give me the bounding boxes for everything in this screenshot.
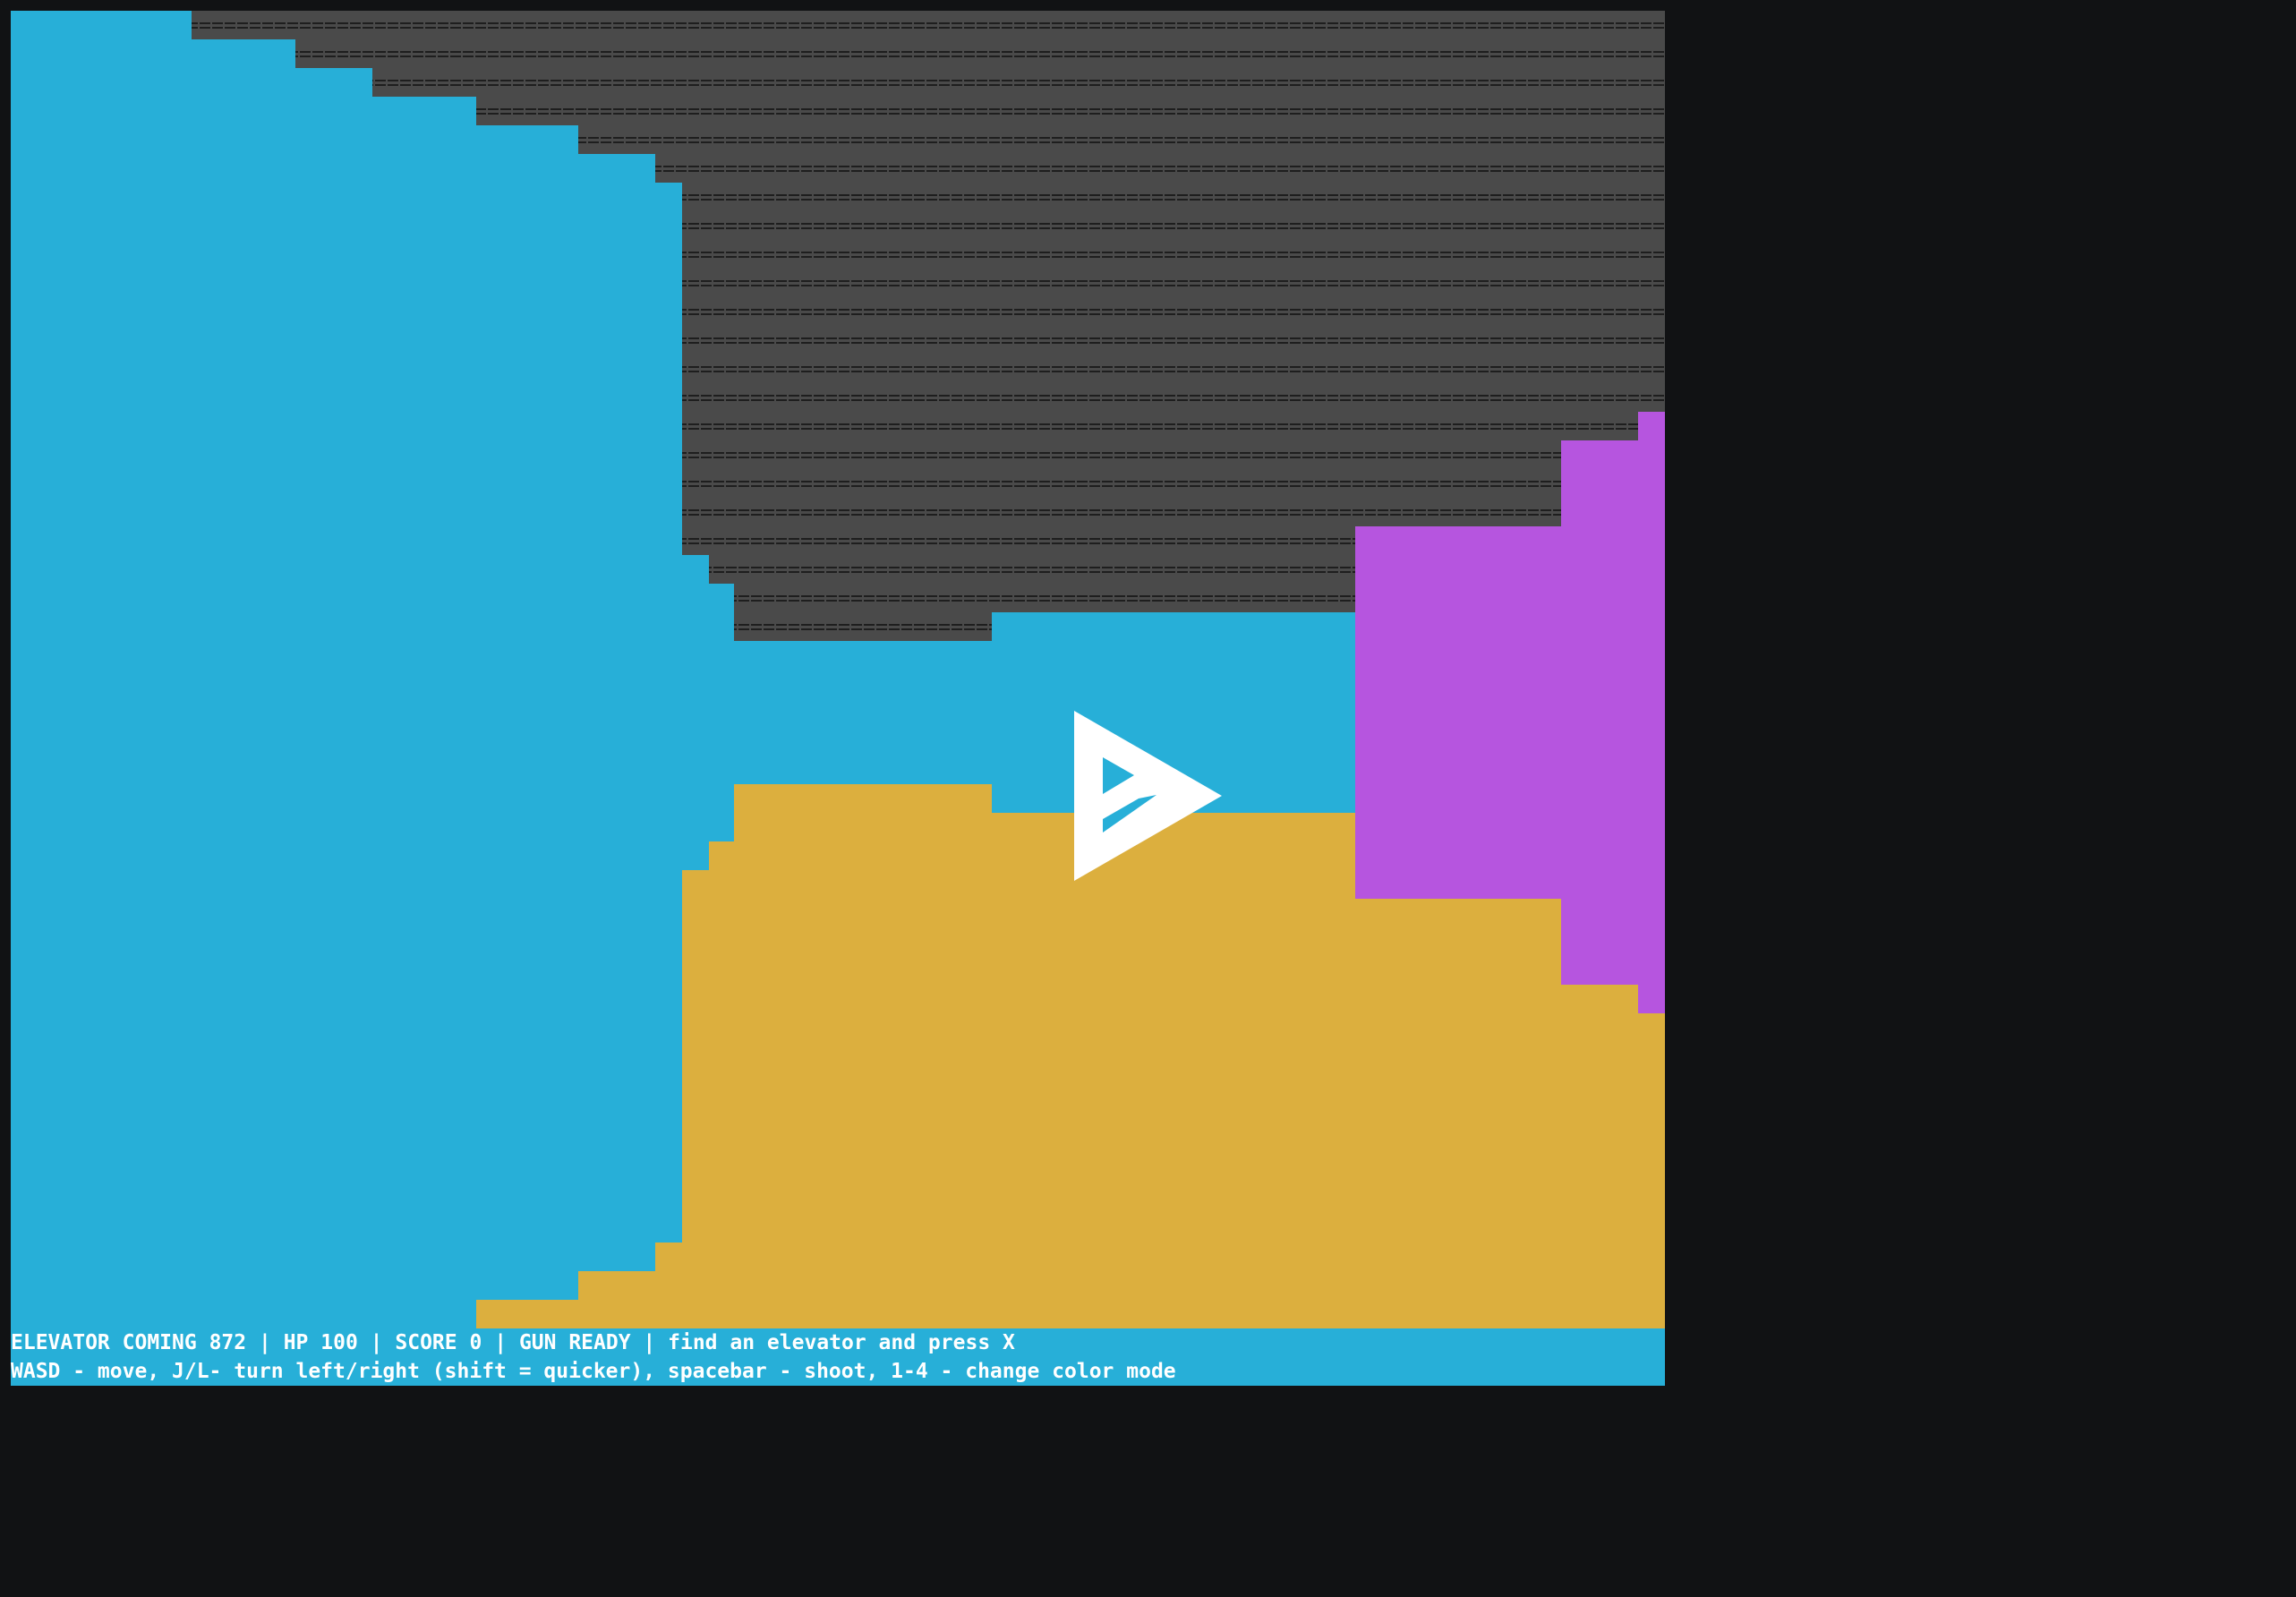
hud-bar: ELEVATOR COMING 872 | HP 100 | SCORE 0 |… <box>11 1328 1665 1386</box>
score-value: 0 <box>469 1331 482 1354</box>
hud-separator: | <box>494 1331 508 1354</box>
objective-text: find an elevator and press X <box>668 1331 1015 1354</box>
score-label: SCORE <box>395 1331 457 1354</box>
elevator-countdown: 872 <box>209 1331 247 1354</box>
gun-status: GUN READY <box>518 1331 631 1354</box>
hud-separator: | <box>258 1331 271 1354</box>
scene-canvas <box>11 11 1665 1328</box>
hp-label: HP <box>283 1331 309 1354</box>
hud-separator: | <box>643 1331 656 1354</box>
controls-help: WASD - move, J/L- turn left/right (shift… <box>11 1360 1176 1383</box>
elevator-label: ELEVATOR COMING <box>11 1331 197 1354</box>
game-viewport[interactable] <box>11 11 1665 1328</box>
game-screen[interactable]: ELEVATOR COMING 872 | HP 100 | SCORE 0 |… <box>11 11 1665 1386</box>
hp-value: 100 <box>320 1331 358 1354</box>
hud-separator: | <box>370 1331 383 1354</box>
hud-status-line: ELEVATOR COMING 872 | HP 100 | SCORE 0 |… <box>11 1328 1015 1357</box>
